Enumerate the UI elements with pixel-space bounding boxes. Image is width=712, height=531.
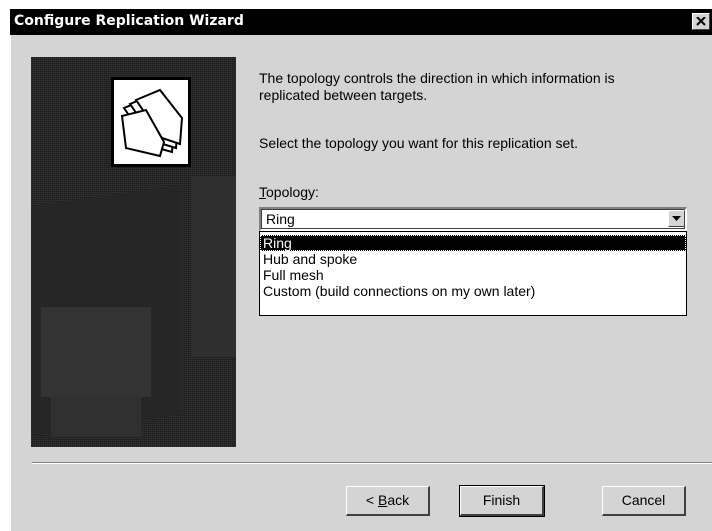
title-bar[interactable]: Configure Replication Wizard xyxy=(10,9,712,35)
folders-icon xyxy=(120,88,184,158)
intro-text: The topology controls the direction in w… xyxy=(259,70,615,103)
topology-label: Topology: xyxy=(259,184,319,200)
finish-button[interactable]: Finish xyxy=(459,485,545,517)
topology-option-hub-and-spoke[interactable]: Hub and spoke xyxy=(260,251,686,267)
topology-dropdown-list: Ring Hub and spoke Full mesh Custom (bui… xyxy=(259,231,687,316)
back-button[interactable]: < Back xyxy=(346,486,430,516)
close-button[interactable] xyxy=(692,13,710,30)
topology-option-full-mesh[interactable]: Full mesh xyxy=(260,267,686,283)
chevron-down-icon xyxy=(672,216,681,221)
topology-option-custom[interactable]: Custom (build connections on my own late… xyxy=(260,283,686,299)
prompt-text: Select the topology you want for this re… xyxy=(259,135,579,151)
wizard-window: Configure Replication Wizard The topolog… xyxy=(10,9,712,531)
window-title: Configure Replication Wizard xyxy=(14,13,244,29)
close-icon xyxy=(696,17,706,26)
button-separator xyxy=(32,462,712,464)
topology-selected-value: Ring xyxy=(266,211,295,227)
topology-combobox[interactable]: Ring xyxy=(259,207,687,231)
wizard-logo xyxy=(111,77,191,167)
topology-option-ring[interactable]: Ring xyxy=(260,235,686,251)
topology-dropdown-button[interactable] xyxy=(668,210,685,227)
wizard-side-panel xyxy=(31,57,236,447)
cancel-button[interactable]: Cancel xyxy=(602,486,686,516)
